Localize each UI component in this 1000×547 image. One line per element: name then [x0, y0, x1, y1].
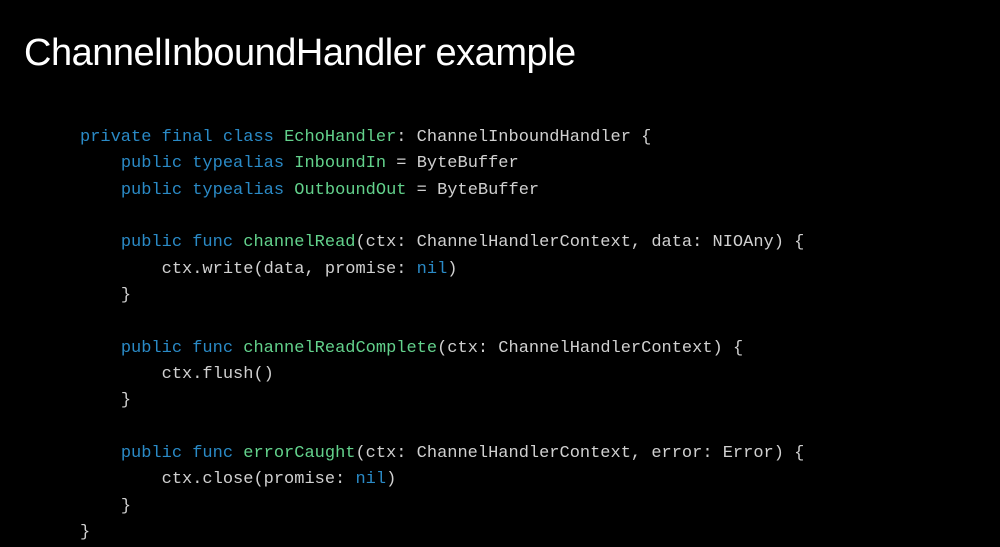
keyword: final	[162, 128, 213, 147]
keyword: public	[121, 444, 182, 463]
keyword: func	[192, 233, 233, 252]
brace: }	[121, 286, 131, 305]
code-text: )	[447, 260, 457, 279]
code-text: (ctx: ChannelHandlerContext, error: Erro…	[355, 444, 804, 463]
brace: }	[121, 497, 131, 516]
brace: }	[80, 523, 90, 542]
code-text: ctx.flush()	[162, 365, 274, 384]
keyword: public	[121, 181, 182, 200]
keyword: public	[121, 339, 182, 358]
code-text: ctx.close(promise:	[162, 470, 356, 489]
code-text: ctx.write(data, promise:	[162, 260, 417, 279]
keyword: class	[223, 128, 274, 147]
code-text: )	[386, 470, 396, 489]
func-name: channelRead	[243, 233, 355, 252]
keyword: typealias	[192, 154, 284, 173]
keyword: public	[121, 233, 182, 252]
typealias-name: InboundIn	[294, 154, 386, 173]
keyword: private	[80, 128, 151, 147]
nil-literal: nil	[355, 470, 386, 489]
code-text: = ByteBuffer	[406, 181, 539, 200]
keyword: typealias	[192, 181, 284, 200]
func-name: channelReadComplete	[243, 339, 437, 358]
func-name: errorCaught	[243, 444, 355, 463]
code-text: (ctx: ChannelHandlerContext, data: NIOAn…	[355, 233, 804, 252]
code-text: (ctx: ChannelHandlerContext) {	[437, 339, 743, 358]
class-name: EchoHandler	[284, 128, 396, 147]
typealias-name: OutboundOut	[294, 181, 406, 200]
code-block: private final class EchoHandler: Channel…	[0, 75, 1000, 547]
keyword: public	[121, 154, 182, 173]
code-text: = ByteBuffer	[386, 154, 519, 173]
slide-title: ChannelInboundHandler example	[0, 0, 1000, 75]
nil-literal: nil	[417, 260, 448, 279]
keyword: func	[192, 339, 233, 358]
keyword: func	[192, 444, 233, 463]
code-text: : ChannelInboundHandler {	[396, 128, 651, 147]
brace: }	[121, 391, 131, 410]
